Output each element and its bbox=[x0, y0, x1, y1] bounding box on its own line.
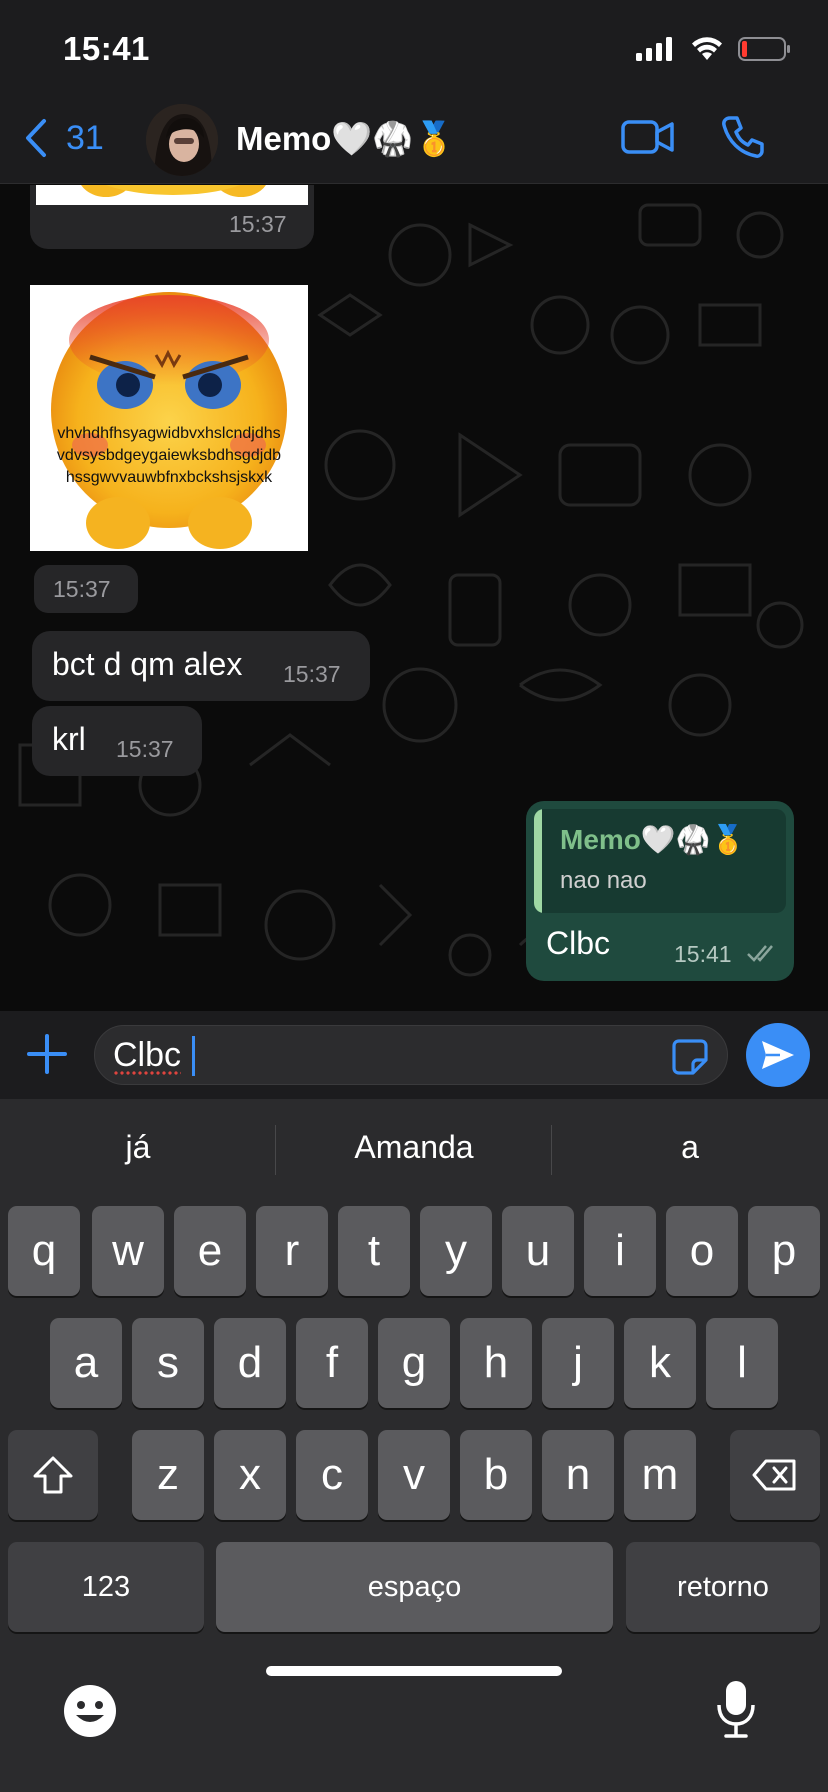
chevron-left-icon bbox=[26, 119, 46, 157]
suggestion-item[interactable]: Amanda bbox=[284, 1129, 544, 1166]
message-text: Clbc bbox=[546, 925, 611, 961]
key-e[interactable]: e bbox=[174, 1206, 246, 1296]
image-caption-line-1: vhvhdhfhsyagwidbvxhslcndjdhs bbox=[57, 425, 281, 442]
emoji-image-partial bbox=[81, 185, 266, 197]
image-crop bbox=[36, 185, 308, 205]
chat-header: 31 Memo🤍🥋🥇 bbox=[0, 100, 828, 184]
quote-bar bbox=[534, 809, 542, 913]
image-caption-line-3: hssgwvvauwbfnxbckshsjskxk bbox=[65, 469, 273, 486]
key-c[interactable]: c bbox=[296, 1430, 368, 1520]
image-caption-line-2: vdvsysbdgeygaiewksbdhsgdjdb bbox=[56, 447, 282, 464]
key-p[interactable]: p bbox=[748, 1206, 820, 1296]
numbers-key[interactable]: 123 bbox=[8, 1542, 204, 1632]
key-z[interactable]: z bbox=[132, 1430, 204, 1520]
key-d[interactable]: d bbox=[214, 1318, 286, 1408]
cellular-signal-icon bbox=[636, 37, 672, 61]
status-icons bbox=[636, 36, 792, 62]
chat-area[interactable]: 15:37 vhvhdhfhsyagwidbvxhslcndjdhs vdvsy… bbox=[0, 185, 828, 1011]
suggestion-item[interactable]: já bbox=[8, 1129, 268, 1166]
status-time: 15:41 bbox=[63, 30, 150, 67]
key-q[interactable]: q bbox=[8, 1206, 80, 1296]
key-w[interactable]: w bbox=[92, 1206, 164, 1296]
suggestion-divider bbox=[275, 1125, 276, 1175]
image-time-badge: 15:37 bbox=[34, 565, 138, 613]
sticker-icon[interactable] bbox=[671, 1038, 709, 1076]
back-button[interactable]: 31 bbox=[24, 118, 104, 158]
message-time: 15:37 bbox=[283, 661, 341, 687]
return-key[interactable]: retorno bbox=[626, 1542, 820, 1632]
battery-icon bbox=[738, 37, 790, 61]
quoted-author: Memo🤍🥋🥇 bbox=[560, 824, 746, 855]
key-y[interactable]: y bbox=[420, 1206, 492, 1296]
key-t[interactable]: t bbox=[338, 1206, 410, 1296]
key-k[interactable]: k bbox=[624, 1318, 696, 1408]
key-j[interactable]: j bbox=[542, 1318, 614, 1408]
send-arrow-icon bbox=[762, 1041, 794, 1069]
key-s[interactable]: s bbox=[132, 1318, 204, 1408]
message-time: 15:37 bbox=[53, 576, 111, 602]
suggestion-divider bbox=[551, 1125, 552, 1175]
key-i[interactable]: i bbox=[584, 1206, 656, 1296]
shift-key[interactable] bbox=[8, 1430, 98, 1520]
key-r[interactable]: r bbox=[256, 1206, 328, 1296]
suggestion-bar: já Amanda a bbox=[0, 1099, 828, 1199]
quoted-message[interactable]: Memo🤍🥋🥇 nao nao bbox=[534, 809, 786, 913]
message-time: 15:37 bbox=[229, 211, 287, 237]
message-input-bar: Clbc bbox=[0, 1011, 828, 1099]
video-call-icon[interactable] bbox=[620, 116, 676, 160]
emoji-keyboard-icon[interactable] bbox=[62, 1683, 118, 1739]
attach-plus-icon[interactable] bbox=[26, 1033, 68, 1075]
key-v[interactable]: v bbox=[378, 1430, 450, 1520]
keyboard: já Amanda a q w e r t y u i o p a s d f … bbox=[0, 1099, 828, 1792]
contact-name[interactable]: Memo🤍🥋🥇 bbox=[236, 120, 455, 159]
quoted-text: nao nao bbox=[560, 867, 647, 894]
space-key[interactable]: espaço bbox=[216, 1542, 613, 1632]
message-time: 15:41 bbox=[674, 941, 732, 967]
send-button[interactable] bbox=[746, 1023, 810, 1087]
status-bar: 15:41 bbox=[0, 0, 828, 100]
phone-call-icon[interactable] bbox=[720, 114, 766, 160]
key-o[interactable]: o bbox=[666, 1206, 738, 1296]
shift-icon bbox=[33, 1456, 73, 1494]
angry-emoji-image bbox=[51, 292, 287, 549]
wifi-icon bbox=[692, 37, 722, 60]
double-check-icon bbox=[747, 945, 773, 962]
microphone-icon[interactable] bbox=[714, 1679, 758, 1739]
home-indicator[interactable] bbox=[266, 1666, 562, 1676]
text-message[interactable]: bct d qm alex 15:37 bbox=[32, 631, 370, 701]
message-text-field[interactable]: Clbc bbox=[94, 1025, 728, 1085]
key-f[interactable]: f bbox=[296, 1318, 368, 1408]
backspace-icon bbox=[752, 1459, 796, 1491]
message-time: 15:37 bbox=[116, 736, 174, 762]
key-x[interactable]: x bbox=[214, 1430, 286, 1520]
key-b[interactable]: b bbox=[460, 1430, 532, 1520]
key-m[interactable]: m bbox=[624, 1430, 696, 1520]
key-n[interactable]: n bbox=[542, 1430, 614, 1520]
suggestion-item[interactable]: a bbox=[560, 1129, 820, 1166]
text-caret bbox=[192, 1036, 195, 1076]
message-text: krl bbox=[52, 721, 86, 757]
key-a[interactable]: a bbox=[50, 1318, 122, 1408]
image-message-partial[interactable]: 15:37 bbox=[30, 185, 314, 249]
key-u[interactable]: u bbox=[502, 1206, 574, 1296]
key-h[interactable]: h bbox=[460, 1318, 532, 1408]
avatar-photo bbox=[146, 104, 218, 176]
avatar[interactable] bbox=[146, 104, 218, 176]
unread-count: 31 bbox=[66, 118, 104, 157]
text-message[interactable]: krl 15:37 bbox=[32, 706, 202, 776]
key-l[interactable]: l bbox=[706, 1318, 778, 1408]
image-message[interactable]: vhvhdhfhsyagwidbvxhslcndjdhs vdvsysbdgey… bbox=[30, 285, 308, 551]
outgoing-reply-message[interactable]: Memo🤍🥋🥇 nao nao Clbc 15:41 bbox=[526, 801, 794, 981]
spellcheck-underline bbox=[113, 1070, 181, 1076]
key-g[interactable]: g bbox=[378, 1318, 450, 1408]
backspace-key[interactable] bbox=[730, 1430, 820, 1520]
message-text: bct d qm alex bbox=[52, 646, 243, 682]
